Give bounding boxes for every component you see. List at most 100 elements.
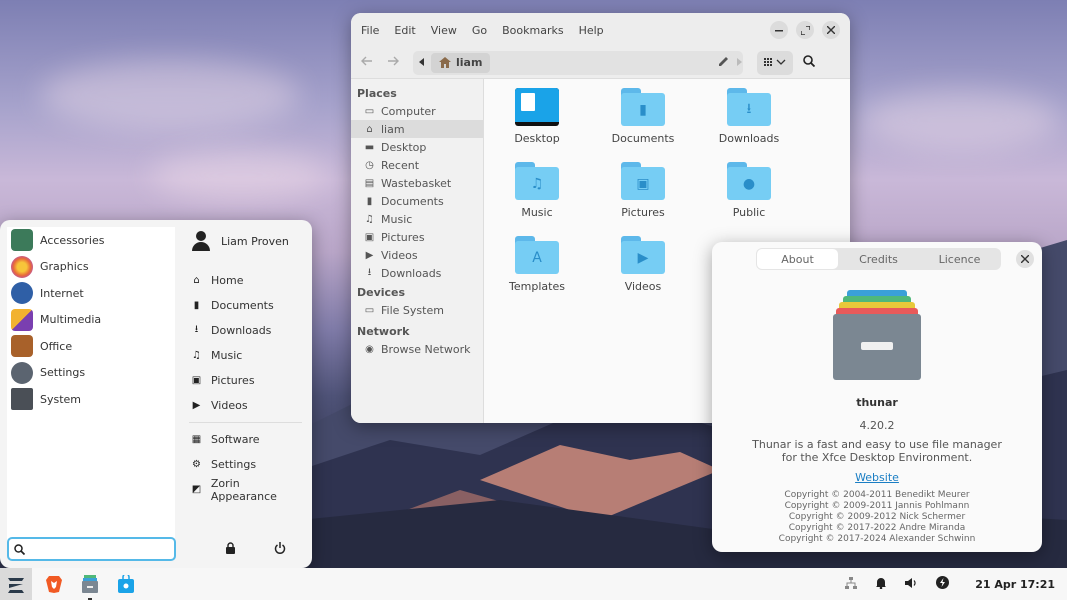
sidebar-item-home[interactable]: ⌂ liam <box>351 120 483 138</box>
category-settings[interactable]: Settings <box>7 360 175 387</box>
back-button[interactable] <box>361 55 373 70</box>
copyright-line: Copyright © 2009-2011 Jannis Pohlmann <box>784 501 970 511</box>
volume-button[interactable] <box>905 577 918 592</box>
maximize-button[interactable] <box>796 21 814 39</box>
wallpaper-cloud <box>150 150 330 200</box>
menu-help[interactable]: Help <box>579 24 604 37</box>
search-button[interactable] <box>803 54 816 71</box>
category-accessories[interactable]: Accessories <box>7 227 175 254</box>
folder-pictures[interactable]: ▣ Pictures <box>593 162 693 219</box>
folder-label: Downloads <box>718 132 780 145</box>
folder-music[interactable]: ♫ Music <box>487 162 587 219</box>
picture-icon: ▣ <box>191 375 202 386</box>
category-multimedia[interactable]: Multimedia <box>7 307 175 334</box>
path-left-arrow[interactable] <box>419 56 425 69</box>
folder-templates[interactable]: A Templates <box>487 236 587 293</box>
sidebar-item-desktop[interactable]: ▬ Desktop <box>351 138 483 156</box>
menu-file[interactable]: File <box>361 24 379 37</box>
menu-view[interactable]: View <box>431 24 457 37</box>
sidebar-item-file-system[interactable]: ▭ File System <box>351 301 483 319</box>
folder-downloads[interactable]: ⭳ Downloads <box>699 88 799 145</box>
sidebar-item-downloads[interactable]: ⭳ Downloads <box>351 264 483 282</box>
app-label: Zorin Appearance <box>210 476 277 503</box>
forward-button[interactable] <box>387 55 399 70</box>
minimize-button[interactable] <box>770 21 788 39</box>
file-manager-icon <box>82 575 98 593</box>
close-button[interactable] <box>822 21 840 39</box>
tab-credits[interactable]: Credits <box>838 249 919 269</box>
caret-left-icon <box>419 58 424 66</box>
category-label: Multimedia <box>40 313 102 327</box>
app-software[interactable]: ▦ Software <box>183 427 308 452</box>
about-website-wrap: Website <box>712 471 1042 484</box>
folder-videos[interactable]: ▶ Videos <box>593 236 693 293</box>
about-close-button[interactable] <box>1016 250 1034 268</box>
user-account[interactable]: Liam Proven <box>183 226 308 256</box>
sidebar-item-pictures[interactable]: ▣ Pictures <box>351 228 483 246</box>
sidebar-item-wastebasket[interactable]: ▤ Wastebasket <box>351 174 483 192</box>
website-link[interactable]: Website <box>855 471 899 484</box>
power-status-button[interactable] <box>936 576 950 592</box>
clock[interactable]: 21 Apr 17:21 <box>975 578 1055 591</box>
power-button[interactable] <box>274 542 286 557</box>
folder-desktop[interactable]: Desktop <box>487 88 587 145</box>
menu-bookmarks[interactable]: Bookmarks <box>502 24 563 37</box>
folder-label: Desktop <box>514 132 560 145</box>
folder-documents[interactable]: ▮ Documents <box>593 88 693 145</box>
taskbar-brave-browser[interactable] <box>38 568 70 600</box>
network-status-button[interactable] <box>845 576 858 592</box>
bell-icon <box>876 577 887 589</box>
place-videos[interactable]: ▶ Videos <box>183 393 308 418</box>
home-icon: ⌂ <box>366 123 373 135</box>
lock-button[interactable] <box>225 542 236 557</box>
search-box[interactable] <box>7 537 176 561</box>
taskbar-software-store[interactable] <box>110 568 142 600</box>
path-segment-label: liam <box>456 56 483 69</box>
place-home[interactable]: ⌂ Home <box>183 268 308 293</box>
place-documents[interactable]: ▮ Documents <box>183 293 308 318</box>
user-avatar-icon <box>191 231 211 251</box>
edit-path-button[interactable] <box>718 56 729 70</box>
place-pictures[interactable]: ▣ Pictures <box>183 368 308 393</box>
system-tray: 21 Apr 17:21 <box>845 576 1055 592</box>
drive-icon: ▭ <box>364 304 375 316</box>
folder-public[interactable]: ● Public <box>699 162 799 219</box>
sidebar-item-label: Recent <box>381 158 420 172</box>
place-music[interactable]: ♫ Music <box>183 343 308 368</box>
app-zorin-appearance[interactable]: ◩ Zorin Appearance <box>183 476 308 503</box>
path-segment-home[interactable]: liam <box>431 52 491 73</box>
start-menu: Accessories Graphics Internet Multimedia… <box>0 220 312 568</box>
menu-go[interactable]: Go <box>472 24 487 37</box>
category-label: Settings <box>40 366 86 380</box>
sidebar-item-recent[interactable]: ◷ Recent <box>351 156 483 174</box>
document-icon: ▮ <box>193 300 200 311</box>
places-panel: Liam Proven ⌂ Home ▮ Documents ⭳ Downloads … <box>183 226 308 503</box>
search-input[interactable] <box>29 542 169 556</box>
view-mode-button[interactable] <box>757 50 793 75</box>
sidebar-item-documents[interactable]: ▮ Documents <box>351 192 483 210</box>
logo-cabinet-body <box>833 314 921 380</box>
category-internet[interactable]: Internet <box>7 280 175 307</box>
app-settings[interactable]: ⚙ Settings <box>183 452 308 477</box>
category-system[interactable]: System <box>7 386 175 413</box>
tab-licence[interactable]: Licence <box>919 249 1000 269</box>
sidebar-item-videos[interactable]: ▶ Videos <box>351 246 483 264</box>
path-right-arrow[interactable] <box>737 56 743 69</box>
sidebar-item-music[interactable]: ♫ Music <box>351 210 483 228</box>
window-controls <box>770 21 840 39</box>
menu-edit[interactable]: Edit <box>394 24 415 37</box>
category-graphics[interactable]: Graphics <box>7 254 175 281</box>
category-office[interactable]: Office <box>7 333 175 360</box>
tab-about[interactable]: About <box>757 249 838 269</box>
zorin-menu-button[interactable] <box>0 568 32 600</box>
sidebar-item-computer[interactable]: ▭ Computer <box>351 102 483 120</box>
close-icon <box>1021 255 1029 263</box>
public-folder-icon: ● <box>727 162 771 200</box>
separator <box>189 422 302 423</box>
taskbar-file-manager[interactable] <box>74 568 106 600</box>
notifications-button[interactable] <box>875 577 887 592</box>
sidebar-item-browse-network[interactable]: ◉ Browse Network <box>351 340 483 358</box>
about-dialog: About Credits Licence thunar 4.20.2 Thun… <box>712 242 1042 552</box>
place-downloads[interactable]: ⭳ Downloads <box>183 318 308 343</box>
path-bar: liam <box>413 50 743 75</box>
